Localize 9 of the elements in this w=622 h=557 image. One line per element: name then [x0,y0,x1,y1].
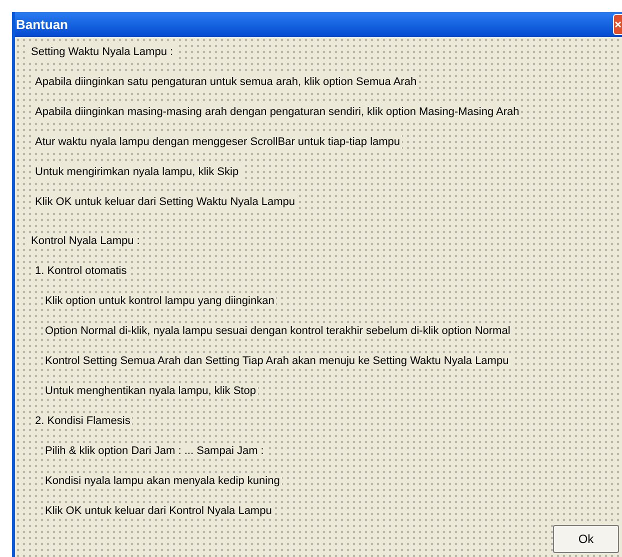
ok-button[interactable]: Ok [553,525,619,553]
help-text: Apabila diinginkan masing-masing arah dengan pengaturan sendiri, klik option Masing-Masing Arah [33,104,522,120]
window-title: Bantuan [16,16,68,34]
close-icon[interactable] [613,14,622,35]
help-text: Atur waktu nyala lampu dengan menggeser ScrollBar untuk tiap-tiap lampu [33,134,402,150]
section-heading: Setting Waktu Nyala Lampu : [29,44,176,60]
help-text: Untuk mengirimkan nyala lampu, klik Skip [33,164,241,180]
help-text: Klik OK untuk keluar dari Setting Waktu Nyala Lampu [33,194,298,210]
help-text: Apabila diinginkan satu pengaturan untuk semua arah, klik option Semua Arah [33,74,419,90]
